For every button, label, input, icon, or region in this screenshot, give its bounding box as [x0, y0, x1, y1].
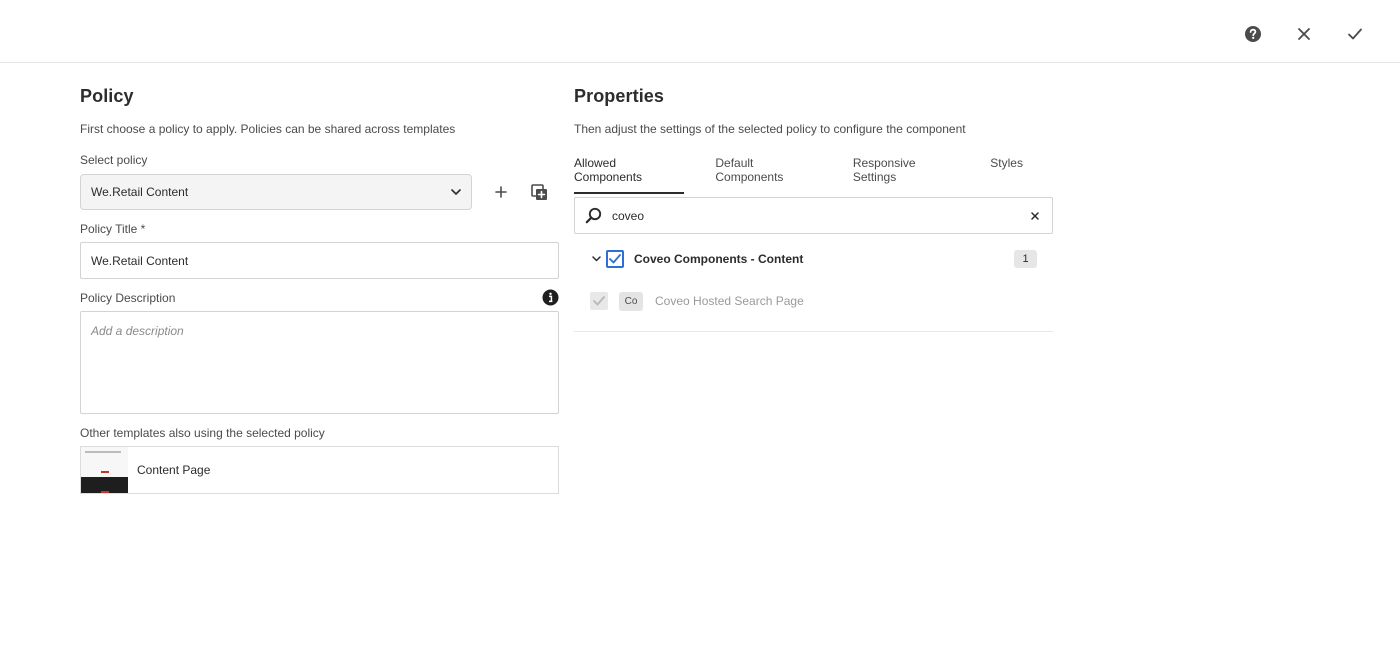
policy-select-value: We.Retail Content	[91, 185, 189, 199]
policy-title-value: We.Retail Content	[91, 253, 189, 268]
tab-styles[interactable]: Styles	[990, 156, 1023, 194]
tab-allowed-components[interactable]: Allowed Components	[574, 156, 685, 194]
dialog-header	[0, 0, 1400, 63]
header-actions	[1227, 19, 1380, 49]
template-list-item[interactable]: Content Page	[80, 446, 559, 494]
policy-description-placeholder: Add a description	[91, 324, 184, 338]
component-checkbox[interactable]	[590, 292, 608, 310]
search-value: coveo	[612, 208, 645, 223]
chevron-down-icon	[451, 189, 461, 195]
policy-description-textarea[interactable]: Add a description	[80, 311, 559, 414]
component-item-row: Co Coveo Hosted Search Page	[574, 288, 1053, 314]
templates-label: Other templates also using the selected …	[80, 426, 325, 440]
template-name: Content Page	[137, 463, 211, 477]
properties-section: Properties Then adjust the settings of t…	[574, 86, 1054, 332]
group-label: Coveo Components - Content	[634, 252, 804, 266]
expand-group-button[interactable]	[586, 256, 606, 262]
component-group-row: Coveo Components - Content 1	[574, 246, 1053, 272]
tab-responsive-settings[interactable]: Responsive Settings	[853, 156, 959, 194]
plus-icon	[495, 186, 507, 198]
add-policy-button[interactable]	[490, 181, 512, 203]
clear-search-button[interactable]	[1028, 209, 1042, 223]
list-divider	[574, 331, 1053, 332]
select-policy-row: We.Retail Content	[80, 174, 550, 210]
close-icon	[1297, 28, 1310, 40]
info-button[interactable]	[542, 289, 559, 306]
clear-icon	[1031, 211, 1039, 220]
duplicate-policy-button[interactable]	[528, 181, 550, 203]
group-checkbox[interactable]	[606, 250, 624, 268]
properties-heading: Properties	[574, 86, 665, 106]
policy-heading: Policy	[80, 86, 134, 106]
select-policy-label: Select policy	[80, 153, 148, 167]
properties-description-text: Then adjust the settings of the selected…	[574, 122, 966, 136]
tab-default-components[interactable]: Default Components	[715, 156, 821, 194]
chevron-down-icon	[591, 256, 601, 262]
properties-tabs: Allowed Components Default Components Re…	[574, 156, 1054, 194]
component-abbr-badge: Co	[619, 291, 643, 311]
policy-description-text: First choose a policy to apply. Policies…	[80, 122, 456, 136]
policy-select[interactable]: We.Retail Content	[80, 174, 472, 210]
info-icon	[542, 289, 559, 306]
help-button[interactable]	[1227, 19, 1278, 49]
duplicate-icon	[530, 183, 547, 200]
checkmark-icon	[609, 254, 621, 264]
policy-title-input[interactable]: We.Retail Content	[80, 242, 559, 279]
policy-section: Policy First choose a policy to apply. P…	[80, 86, 560, 494]
group-count-badge: 1	[1014, 250, 1037, 268]
checkmark-icon	[1347, 28, 1362, 40]
template-thumbnail	[81, 447, 128, 493]
policy-title-label: Policy Title *	[80, 222, 146, 236]
close-button[interactable]	[1278, 19, 1329, 49]
policy-description-label: Policy Description	[80, 291, 176, 305]
component-search-input[interactable]: coveo	[574, 197, 1053, 234]
checkmark-icon	[593, 296, 605, 306]
search-icon	[585, 207, 602, 224]
help-icon	[1244, 26, 1261, 42]
done-button[interactable]	[1329, 19, 1380, 49]
component-label: Coveo Hosted Search Page	[655, 294, 804, 308]
